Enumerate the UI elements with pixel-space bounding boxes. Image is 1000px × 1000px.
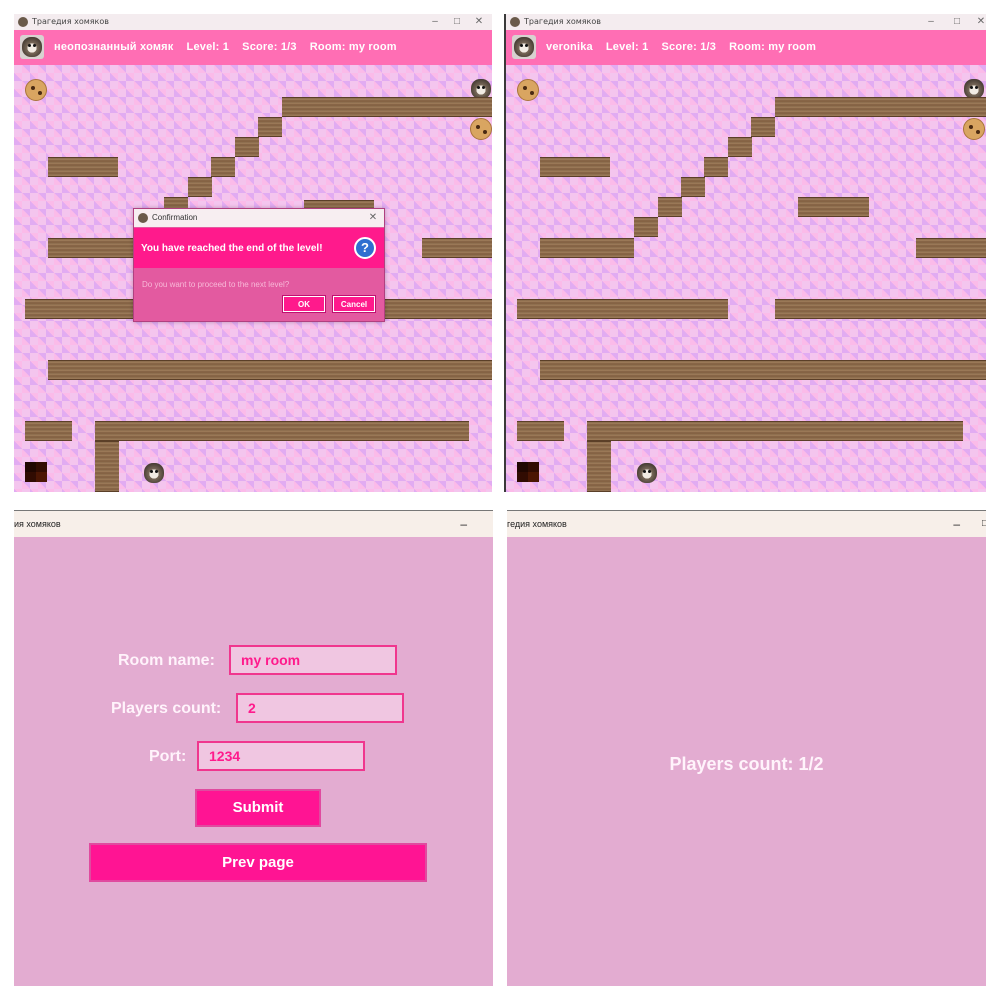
dialog-title: Confirmation [152, 213, 198, 222]
platform [95, 421, 469, 441]
waiting-room-window: гедия хомяков – □ Players count: 1/2 [507, 510, 986, 986]
platform [188, 177, 212, 197]
players-count-label: Players count: [111, 700, 222, 717]
player-avatar [512, 35, 536, 59]
hamster-icon [637, 463, 657, 483]
create-room-window: ия хомяков – Room name: my room Players … [14, 510, 493, 986]
game-board [506, 65, 986, 492]
room-name-input[interactable]: my room [229, 645, 397, 675]
platform [587, 421, 963, 441]
dialog-close-button[interactable]: ✕ [362, 209, 384, 227]
platform [540, 238, 634, 258]
window-title: гедия хомяков [507, 519, 567, 529]
platform [658, 197, 682, 217]
right-titlebar: Трагедия хомяков – □ ✕ [506, 14, 986, 30]
platform [775, 299, 986, 319]
maximize-button[interactable]: □ [982, 511, 986, 537]
window-title: Трагедия хомяков [32, 17, 109, 26]
player-name: veronika [546, 41, 593, 53]
platform [422, 238, 492, 258]
hud-bar: veronika Level: 1 Score: 1/3 Room: my ro… [506, 30, 986, 65]
hamster-icon [471, 79, 491, 99]
player-avatar [20, 35, 44, 59]
right-game-window: Трагедия хомяков – □ ✕ veronika Level: 1… [506, 14, 986, 492]
cancel-button[interactable]: Cancel [332, 295, 376, 313]
hamster-app-icon [18, 17, 28, 27]
minimize-button[interactable]: – [424, 14, 446, 30]
maximize-button[interactable]: □ [946, 14, 968, 30]
room-label: Room: my room [309, 41, 397, 53]
platform [916, 238, 986, 258]
platform [282, 97, 492, 117]
hamster-app-icon [510, 17, 520, 27]
platform [48, 238, 138, 258]
platform [587, 441, 611, 492]
form-titlebar: гедия хомяков – □ [507, 510, 986, 537]
score-label: Score: 1/3 [242, 41, 297, 53]
platform [48, 157, 118, 177]
platform [775, 97, 986, 117]
cookie-icon [517, 79, 539, 101]
hamster-icon [964, 79, 984, 99]
ok-button[interactable]: OK [282, 295, 326, 313]
level-label: Level: 1 [605, 41, 649, 53]
minimize-button[interactable]: – [920, 14, 942, 30]
hud-text: veronika Level: 1 Score: 1/3 Room: my ro… [546, 30, 816, 65]
hud-text: неопознанный хомяк Level: 1 Score: 1/3 R… [54, 30, 397, 65]
window-title: Трагедия хомяков [524, 17, 601, 26]
players-count-input[interactable]: 2 [236, 693, 404, 723]
form-titlebar: ия хомяков – [14, 510, 493, 537]
minimize-button[interactable]: – [953, 511, 960, 537]
platform [517, 421, 564, 441]
close-button[interactable]: ✕ [468, 14, 490, 30]
platform [681, 177, 705, 197]
platform [704, 157, 728, 177]
score-label: Score: 1/3 [661, 41, 717, 53]
maximize-button[interactable]: □ [446, 14, 468, 30]
submit-button[interactable]: Submit [195, 789, 321, 827]
port-input[interactable]: 1234 [197, 741, 365, 771]
platform [634, 217, 658, 237]
question-icon: ? [354, 237, 376, 259]
players-count-status: Players count: 1/2 [669, 754, 824, 774]
player-name: неопознанный хомяк [54, 41, 174, 53]
platform [95, 441, 119, 492]
dialog-message: Do you want to proceed to the next level… [142, 280, 290, 289]
platform [258, 117, 282, 137]
hamster-app-icon [138, 213, 148, 223]
window-title: ия хомяков [14, 519, 61, 529]
cookie-icon [470, 118, 492, 140]
hud-bar: неопознанный хомяк Level: 1 Score: 1/3 R… [14, 30, 492, 65]
dialog-titlebar: Confirmation ✕ [134, 209, 384, 227]
platform [517, 299, 728, 319]
hamster-icon [514, 37, 534, 57]
level-label: Level: 1 [186, 41, 230, 53]
room-label: Room: my room [729, 41, 817, 53]
minimize-button[interactable]: – [460, 511, 467, 537]
platform [25, 421, 72, 441]
hamster-icon [144, 463, 164, 483]
platform [211, 157, 235, 177]
platform [751, 117, 775, 137]
prev-page-button[interactable]: Prev page [89, 843, 427, 882]
platform [540, 360, 986, 380]
door-icon [25, 462, 47, 482]
platform [540, 157, 610, 177]
hamster-icon [22, 37, 42, 57]
door-icon [517, 462, 539, 482]
dialog-header: You have reached the end of the level! ? [134, 228, 384, 268]
left-titlebar: Трагедия хомяков – □ ✕ [14, 14, 492, 30]
close-button[interactable]: ✕ [970, 14, 986, 30]
platform [728, 137, 752, 157]
confirmation-dialog: Confirmation ✕ You have reached the end … [133, 208, 385, 322]
cookie-icon [25, 79, 47, 101]
platform [235, 137, 259, 157]
port-label: Port: [149, 748, 187, 765]
cookie-icon [963, 118, 985, 140]
platform [798, 197, 869, 217]
dialog-heading: You have reached the end of the level! [141, 243, 323, 254]
platform [48, 360, 492, 380]
room-name-label: Room name: [118, 652, 215, 669]
